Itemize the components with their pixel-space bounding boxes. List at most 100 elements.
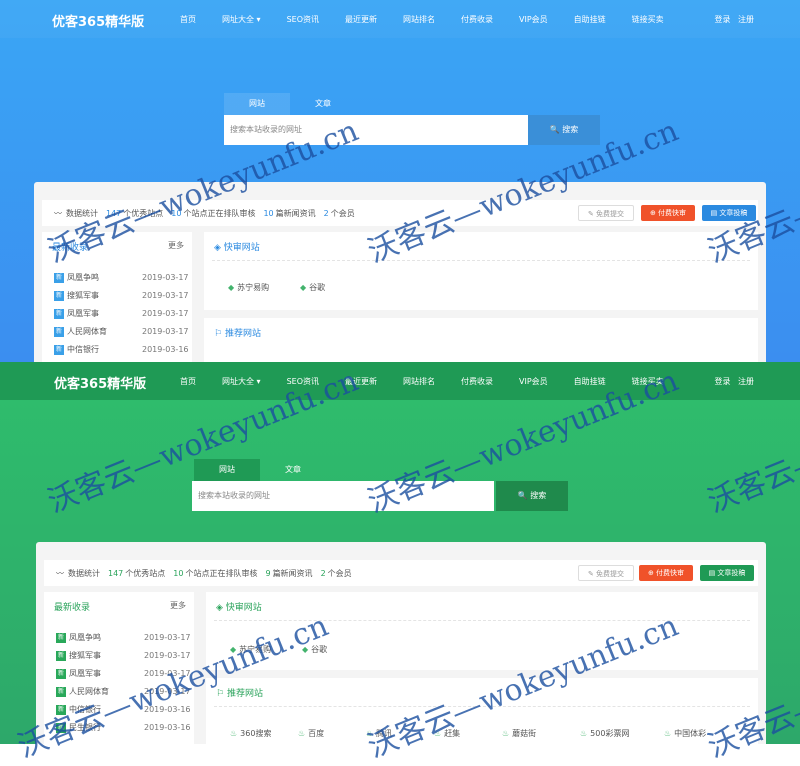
- nav-item-ranking[interactable]: 网站排名: [403, 14, 435, 25]
- fast-site-name: 苏宁易购: [237, 283, 270, 292]
- register-link[interactable]: 注册: [738, 377, 754, 386]
- news-count: 9: [265, 568, 271, 578]
- site-logo[interactable]: 优客365精华版: [52, 11, 144, 30]
- flag-icon: ⚐: [214, 329, 223, 339]
- gem-icon: ◈: [214, 243, 221, 253]
- rec-site-link[interactable]: ♨ 蘑菇街: [502, 728, 536, 739]
- recommended-box: ⚐ 推荐网站: [204, 318, 758, 362]
- site-date: 2019-03-17: [142, 309, 189, 318]
- new-badge: 新: [54, 272, 64, 283]
- blue-theme-screenshot: 优客365精华版 首页 网址大全 ▾ SEO资讯 最近更新 网站排名 付费收录 …: [0, 0, 800, 362]
- nav-item-home[interactable]: 首页: [180, 14, 196, 25]
- site-logo[interactable]: 优客365精华版: [54, 373, 146, 392]
- site-name: 凤凰军事: [67, 309, 99, 318]
- site-date: 2019-03-16: [142, 345, 189, 354]
- site-date: 2019-03-17: [142, 273, 189, 282]
- fast-review-title-text: 快审网站: [223, 243, 260, 253]
- list-item[interactable]: 新凤凰争鸣 2019-03-17: [54, 272, 189, 283]
- list-item[interactable]: 新人民网体育 2019-03-17: [54, 326, 189, 337]
- rec-site-link[interactable]: ♨ 500彩票网: [580, 728, 629, 739]
- nav-item-seo[interactable]: SEO资讯: [287, 14, 319, 25]
- rec-site-link[interactable]: ♨ 百度: [298, 728, 324, 739]
- login-link[interactable]: 登录: [714, 15, 730, 24]
- free-submit-label: 免费提交: [596, 210, 625, 218]
- search-icon: 🔍: [517, 491, 528, 500]
- nav-item-directory[interactable]: 网址大全 ▾: [222, 376, 261, 387]
- paid-review-button[interactable]: ⊕ 付费快审: [639, 565, 693, 581]
- article-submit-label: 文章投稿: [717, 569, 746, 577]
- site-name: 搜狐军事: [67, 291, 99, 300]
- nav-menu: 首页 网址大全 ▾ SEO资讯 最近更新 网站排名 付费收录 VIP会员 自助挂…: [180, 14, 690, 25]
- rec-site-link[interactable]: ♨ 中国体彩: [664, 728, 706, 739]
- list-item[interactable]: 新凤凰争鸣 2019-03-17: [56, 632, 191, 643]
- fast-site-link[interactable]: ◆ 苏宁易购: [228, 282, 269, 293]
- site-date: 2019-03-16: [144, 723, 191, 732]
- sites-count: 147: [108, 568, 124, 578]
- fire-icon: ♨: [230, 729, 238, 738]
- site-name: 搜狐军事: [69, 651, 101, 660]
- nav-item-home[interactable]: 首页: [180, 376, 196, 387]
- nav-item-selflink[interactable]: 自助挂链: [574, 14, 606, 25]
- tab-site[interactable]: 网站: [194, 459, 260, 481]
- site-name: 人民网体育: [67, 327, 107, 336]
- new-badge: 新: [54, 344, 64, 355]
- nav-item-vip[interactable]: VIP会员: [519, 14, 548, 25]
- tab-article[interactable]: 文章: [260, 459, 326, 481]
- more-link[interactable]: 更多: [168, 240, 184, 251]
- free-submit-button[interactable]: ✎ 免费提交: [578, 205, 634, 221]
- rec-site-name: 360搜索: [240, 729, 272, 738]
- recommended-title-text: 推荐网站: [226, 689, 263, 699]
- site-date: 2019-03-17: [142, 291, 189, 300]
- site-name: 凤凰争鸣: [67, 273, 99, 282]
- register-link[interactable]: 注册: [738, 15, 754, 24]
- site-date: 2019-03-17: [142, 327, 189, 336]
- latest-title: 最新收录: [54, 603, 91, 613]
- rec-site-link[interactable]: ♨ 360搜索: [230, 728, 271, 739]
- paid-review-label: 付费快审: [658, 209, 687, 217]
- tab-site[interactable]: 网站: [224, 93, 290, 115]
- new-badge: 新: [56, 650, 66, 661]
- search-button[interactable]: 🔍 搜索: [496, 481, 568, 511]
- fire-icon: ♨: [580, 729, 588, 738]
- fast-site-name: 谷歌: [309, 283, 326, 292]
- login-link[interactable]: 登录: [714, 377, 730, 386]
- members-count-label: 个会员: [327, 568, 352, 578]
- nav-item-paid[interactable]: 付费收录: [461, 14, 493, 25]
- list-item[interactable]: 新搜狐军事 2019-03-17: [54, 290, 189, 301]
- rec-site-name: 百度: [308, 729, 325, 738]
- auth-links: 登录 注册: [709, 14, 754, 25]
- pulse-icon: 〰: [56, 568, 64, 578]
- nav-item-paid[interactable]: 付费收录: [461, 376, 493, 387]
- stats-label: 数据统计: [68, 568, 100, 578]
- free-submit-button[interactable]: ✎ 免费提交: [578, 565, 634, 581]
- recommended-title: ⚐ 推荐网站: [214, 326, 261, 339]
- list-item[interactable]: 新凤凰军事 2019-03-17: [54, 308, 189, 319]
- fast-review-title: ◈ 快审网站: [216, 600, 262, 613]
- fire-icon: ♨: [502, 729, 510, 738]
- fast-review-title: ◈ 快审网站: [214, 240, 260, 253]
- new-badge: 新: [56, 686, 66, 697]
- news-count-label: 篇新闻资讯: [272, 568, 313, 578]
- flag-icon: ⚐: [216, 689, 225, 699]
- nav-item-vip[interactable]: VIP会员: [519, 376, 548, 387]
- fire-icon: ♨: [664, 729, 672, 738]
- nav-item-ranking[interactable]: 网站排名: [403, 376, 435, 387]
- nav-item-directory[interactable]: 网址大全 ▾: [222, 14, 261, 25]
- site-date: 2019-03-17: [144, 633, 191, 642]
- new-badge: 新: [56, 632, 66, 643]
- fire-icon: ♨: [298, 729, 306, 738]
- diamond-icon: ◆: [228, 283, 235, 292]
- members-count: 2: [320, 568, 326, 578]
- nav-item-linktrade[interactable]: 链接买卖: [632, 14, 664, 25]
- fast-site-link[interactable]: ◆ 谷歌: [300, 282, 325, 293]
- article-submit-button[interactable]: ▤ 文章投稿: [700, 565, 754, 581]
- pending-count-label: 个站点正在排队审核: [185, 568, 258, 578]
- more-link[interactable]: 更多: [170, 600, 186, 611]
- pending-count: 10: [173, 568, 184, 578]
- news-count-label: 篇新闻资讯: [275, 208, 316, 218]
- divider: [212, 260, 750, 261]
- nav-item-updates[interactable]: 最近更新: [345, 14, 377, 25]
- list-item[interactable]: 新中信银行 2019-03-16: [54, 344, 189, 355]
- paid-review-button[interactable]: ⊕ 付费快审: [641, 205, 695, 221]
- search-button-label: 搜索: [530, 491, 547, 500]
